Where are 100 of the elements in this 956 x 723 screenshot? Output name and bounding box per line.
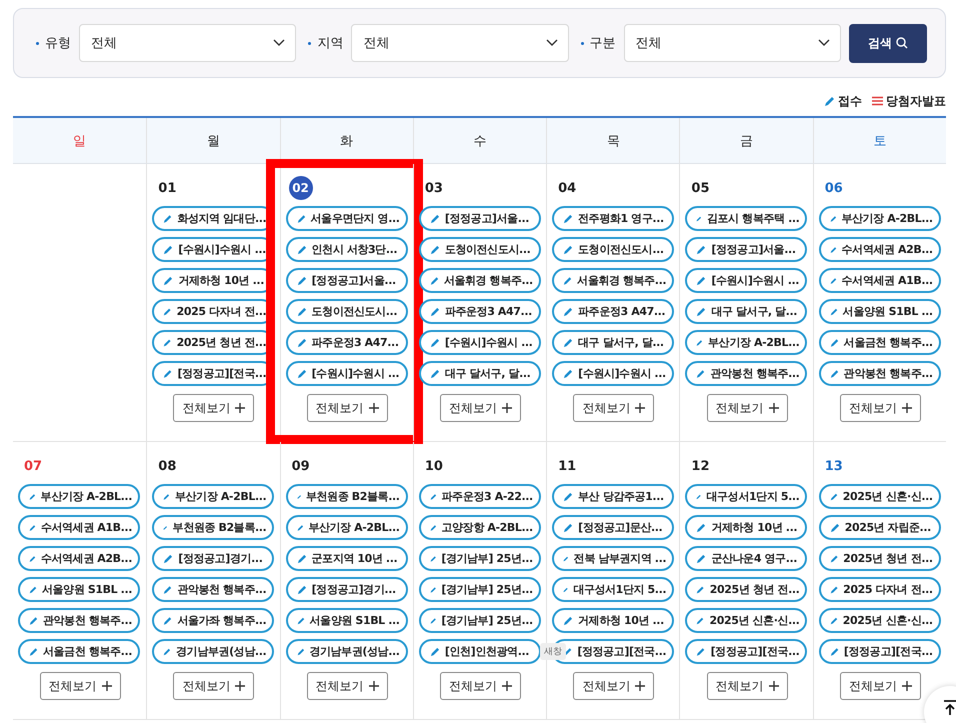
tooltip: 새창 [540,643,566,660]
event-pill[interactable]: 파주운정3 A47... [552,299,674,324]
event-pill[interactable]: 군산나운4 영구... [685,546,808,571]
event-pill[interactable]: [수원시]수원시 ... [552,361,674,386]
event-pill[interactable]: 부산기장 A-2BL... [286,515,408,540]
event-pill[interactable]: 김포시 행복주택 ... [685,206,808,231]
view-all-button[interactable]: 전체보기 [173,394,254,422]
pencil-icon [163,368,172,378]
view-all-button[interactable]: 전체보기 [573,394,654,422]
view-all-button[interactable]: 전체보기 [306,672,388,700]
event-pill[interactable]: 2025년 신혼·신... [818,484,941,509]
event-pill[interactable]: 대구성서1단지 5... [552,577,674,602]
event-pill[interactable]: 서울양원 S1BL ... [818,299,941,324]
view-all-button[interactable]: 전체보기 [173,672,254,700]
event-pill[interactable]: [경기남부] 25년... [418,608,541,633]
pencil-icon [696,244,706,254]
event-pill[interactable]: 관악봉천 행복주... [685,361,808,386]
pencil-icon [696,276,706,286]
event-pill[interactable]: 대구 달서구, 달... [552,330,674,355]
event-pill[interactable]: 도청이전신도시... [552,237,674,262]
weekday-header: 금 [679,118,813,163]
event-pill[interactable]: 거제하청 10년 ... [685,515,808,540]
view-all-button[interactable]: 전체보기 [840,394,921,422]
event-pill[interactable]: 고양장항 A-2BL... [418,515,541,540]
view-all-button[interactable]: 전체보기 [573,672,654,700]
event-pill[interactable]: 거제하청 10년 ... [552,608,674,633]
event-pill[interactable]: 2025년 신혼·신... [685,608,808,633]
today-date: 02 [288,176,313,200]
filter-select[interactable]: 전체 [79,24,296,62]
event-pill[interactable]: 서울휘경 행복주... [418,268,541,293]
event-pill[interactable]: 인천시 서창3단... [286,237,408,262]
event-pill[interactable]: [경기남부] 25년... [418,577,541,602]
event-pill[interactable]: 부산기장 A-2BL... [18,484,140,509]
event-pill[interactable]: [정정공고]서울... [685,237,808,262]
day-number: 11 [558,458,576,474]
event-pill[interactable]: 서울금천 행복주... [18,639,140,664]
view-all-button[interactable]: 전체보기 [440,672,521,700]
event-pill[interactable]: 서울양원 S1BL ... [286,608,408,633]
event-pill[interactable]: 전북 남부권지역 ... [552,546,674,571]
search-button[interactable]: 검색 [848,24,927,62]
event-pill[interactable]: [수원시]수원시 ... [286,361,408,386]
view-all-button[interactable]: 전체보기 [706,672,788,700]
event-pill[interactable]: 서울가좌 행복주... [152,608,274,633]
event-pill[interactable]: 관악봉천 행복주... [818,361,941,386]
event-pill[interactable]: [수원시]수원시 ... [418,330,541,355]
pencil-icon [163,244,174,254]
plus-icon [502,681,512,691]
event-pill[interactable]: 2025 다자녀 전... [818,577,941,602]
event-pill[interactable]: 수서역세권 A1B... [18,515,140,540]
event-pill[interactable]: 파주운정3 A-22... [418,484,541,509]
view-all-button[interactable]: 전체보기 [840,672,921,700]
event-pill[interactable]: 서울우면단지 영... [286,206,408,231]
event-pill[interactable]: 부산기장 A-2BL... [685,330,808,355]
event-pill[interactable]: 경기남부권(성남... [152,639,274,664]
event-pill[interactable]: 전주평화1 영구... [552,206,674,231]
day-number: 06 [824,180,843,196]
event-pill[interactable]: 군포지역 10년 ... [286,546,408,571]
event-pill[interactable]: [경기남부] 25년... [418,546,541,571]
event-pill[interactable]: 수서역세권 A1B... [818,268,941,293]
event-pill[interactable]: 대구 달서구, 달... [418,361,541,386]
event-pill[interactable]: 경기남부권(성남... [286,639,408,664]
event-pill[interactable]: 도청이전신도시... [418,237,541,262]
event-pill[interactable]: 서울휘경 행복주... [552,268,674,293]
view-all-button[interactable]: 전체보기 [40,672,121,700]
event-pill[interactable]: 관악봉천 행복주... [18,608,140,633]
event-pill[interactable]: 관악봉천 행복주... [152,577,274,602]
view-all-button[interactable]: 전체보기 [306,394,388,422]
event-pill[interactable]: [정정공고]경기... [152,546,274,571]
event-pill[interactable]: 파주운정3 A47... [418,299,541,324]
event-pill[interactable]: 부산 당감주공1... [552,484,674,509]
event-pill[interactable]: [정정공고]문산... [552,515,674,540]
event-pill[interactable]: 서울양원 S1BL ... [18,577,140,602]
event-pill[interactable]: 부산기장 A-2BL... [818,206,941,231]
event-pill[interactable]: 파주운정3 A47... [286,330,408,355]
event-pill[interactable]: [수원시]수원시 ... [685,268,808,293]
view-all-button[interactable]: 전체보기 [440,394,521,422]
event-pill[interactable]: [인천]인천광역... [418,639,541,664]
event-pill[interactable]: 2025년 청년 전... [685,577,808,602]
event-pill[interactable]: 수서역세권 A2B... [818,237,941,262]
event-pill[interactable]: 부산기장 A-2BL... [152,484,274,509]
event-pill[interactable]: 대구 달서구, 달... [685,299,808,324]
event-pill[interactable]: 2025년 청년 전... [818,546,941,571]
event-pill[interactable]: 2025년 자립준... [818,515,941,540]
event-pill[interactable]: 서울금천 행복주... [818,330,941,355]
event-pill[interactable]: 대구성서1단지 5... [685,484,808,509]
event-pill[interactable]: [정정공고]경기... [286,577,408,602]
filter-select[interactable]: 전체 [351,24,569,62]
arrow-up-icon [943,700,956,716]
event-pill[interactable]: 수서역세권 A2B... [18,546,140,571]
event-pill[interactable]: [정정공고][전국... [685,639,808,664]
event-pill[interactable]: 도청이전신도시... [286,299,408,324]
filter-select[interactable]: 전체 [624,24,841,62]
event-pill[interactable]: [정정공고][전국... [818,639,941,664]
event-pill[interactable]: 2025년 신혼·신... [818,608,941,633]
event-pill[interactable]: 부천원종 B2블록... [152,515,274,540]
pencil-icon [163,584,172,594]
event-pill[interactable]: [정정공고]서울... [418,206,541,231]
event-pill[interactable]: [정정공고]서울... [286,268,408,293]
event-pill[interactable]: 부천원종 B2블록... [286,484,408,509]
view-all-button[interactable]: 전체보기 [706,394,788,422]
